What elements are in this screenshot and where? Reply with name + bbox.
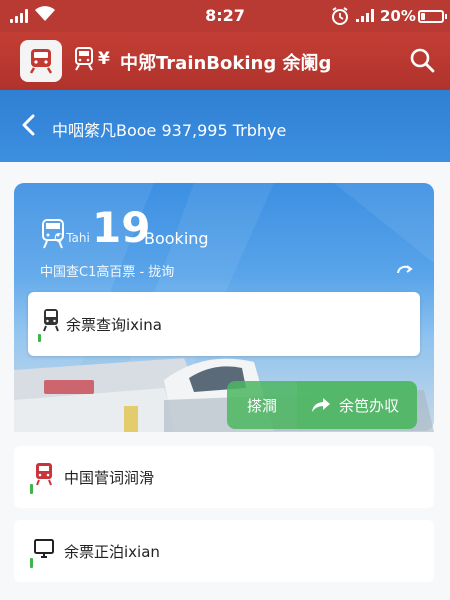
app-title: 中郳TrainBoking 余阑g <box>120 53 332 74</box>
search-icon[interactable] <box>408 46 436 74</box>
alarm-icon <box>332 7 348 25</box>
app-bar: ¥ 中郳TrainBoking 余阑g <box>0 32 450 90</box>
list-item-ticket-status[interactable]: 余票正泊ixian <box>14 520 434 582</box>
train-red-icon <box>36 463 52 486</box>
status-bar: 8:27 20% <box>0 0 450 32</box>
back-icon[interactable] <box>16 112 42 138</box>
banner-number: 19 <box>92 203 151 252</box>
list-accent <box>30 484 33 494</box>
battery-fill <box>421 13 425 20</box>
query-text: 余票查询ixina <box>66 316 162 334</box>
yen-icon: ¥ <box>98 49 110 69</box>
sub-header: 中咽綮凡Booe 937,995 Trbhye <box>0 90 450 162</box>
subway-icon <box>43 309 59 332</box>
action-button-label: 余笆办収 <box>339 396 400 415</box>
remaining-ticket-query[interactable]: 余票查询ixina <box>28 292 420 356</box>
sub-header-title: 中咽綮凡Booe 937,995 Trbhye <box>52 121 287 140</box>
list-item-label: 中国菅词涧滑 <box>64 469 155 487</box>
refresh-icon[interactable] <box>394 261 414 281</box>
banner-prefix: C Tahi <box>54 231 90 245</box>
query-accent <box>38 334 41 342</box>
list-item-china-query[interactable]: 中国菅词涧滑 <box>14 446 434 508</box>
share-arrow-icon <box>312 398 330 412</box>
search-button[interactable]: 搽澗 <box>227 381 297 429</box>
app-logo-icon[interactable] <box>20 40 62 82</box>
monitor-icon <box>34 539 54 558</box>
list-item-label: 余票正泊ixian <box>64 543 160 561</box>
battery-icon <box>418 10 447 23</box>
cell-bars-icon <box>356 9 374 22</box>
title-icons: ¥ <box>74 46 110 72</box>
banner-subtitle: 中国查C1高百票 - 拢询 <box>40 265 175 280</box>
list-accent <box>30 558 33 568</box>
battery-percent: 20% <box>380 7 416 25</box>
banner-booking-label: Booking <box>144 229 209 248</box>
train-icon <box>75 47 93 71</box>
action-button[interactable]: 余笆办収 <box>297 381 417 429</box>
